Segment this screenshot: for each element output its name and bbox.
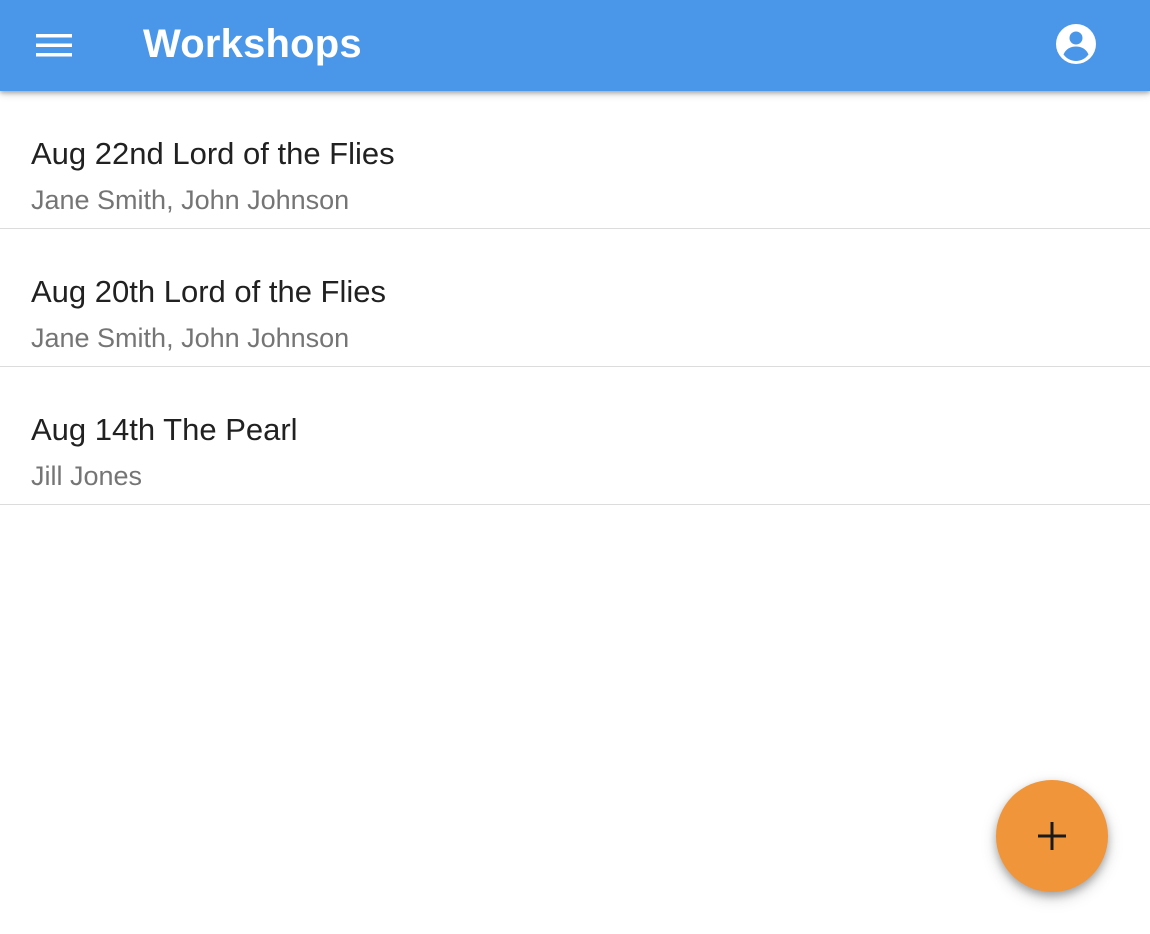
- page-title: Workshops: [143, 22, 362, 66]
- add-workshop-button[interactable]: [996, 780, 1108, 892]
- workshop-list: Aug 22nd Lord of the Flies Jane Smith, J…: [0, 91, 1150, 505]
- workshop-title: Aug 22nd Lord of the Flies: [31, 136, 395, 171]
- menu-icon: [36, 34, 72, 57]
- workshops-screen: Workshops Aug 22nd Lord of the Flies Jan…: [0, 0, 1150, 934]
- workshop-list-item[interactable]: Aug 20th Lord of the Flies Jane Smith, J…: [0, 229, 1150, 367]
- workshop-participants: Jill Jones: [31, 461, 143, 491]
- workshop-list-item[interactable]: Aug 22nd Lord of the Flies Jane Smith, J…: [0, 91, 1150, 229]
- workshop-title: Aug 14th The Pearl: [31, 412, 298, 447]
- account-button[interactable]: [1052, 20, 1100, 68]
- add-icon: [1038, 822, 1066, 850]
- menu-button[interactable]: [26, 22, 82, 68]
- app-bar: Workshops: [0, 0, 1150, 91]
- workshop-title: Aug 20th Lord of the Flies: [31, 274, 387, 309]
- workshop-participants: Jane Smith, John Johnson: [31, 185, 350, 215]
- workshop-list-item[interactable]: Aug 14th The Pearl Jill Jones: [0, 367, 1150, 505]
- account-circle-icon: [1056, 24, 1096, 64]
- workshop-participants: Jane Smith, John Johnson: [31, 323, 350, 353]
